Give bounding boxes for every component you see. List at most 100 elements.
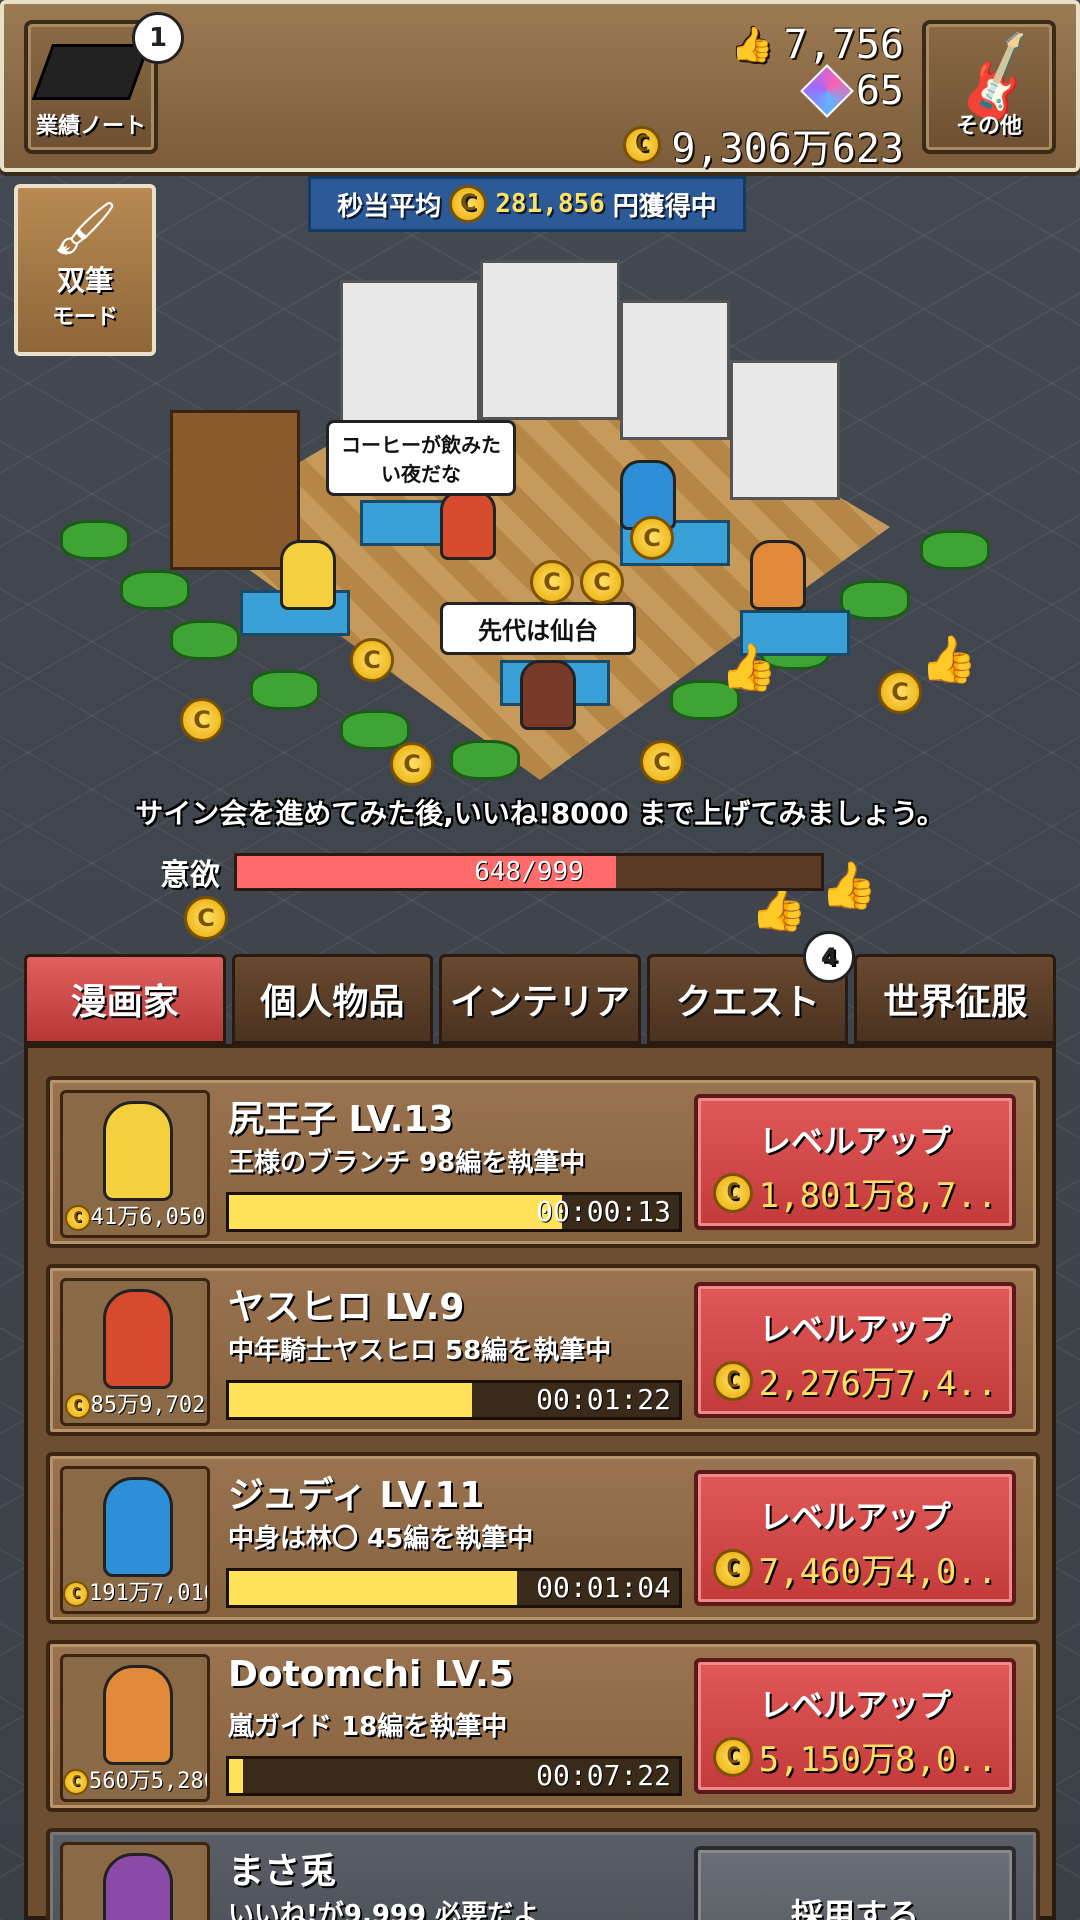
bush xyxy=(340,710,410,750)
tab-world-conquest[interactable]: 世界征服 xyxy=(854,954,1056,1044)
level-up-button[interactable]: レベルアップ C 1,801万8,7.. xyxy=(694,1094,1016,1230)
coin-icon: C xyxy=(64,1393,91,1419)
motivation-meter: 意欲 648/999 xyxy=(160,850,824,894)
level-up-button[interactable]: レベルアップ C 5,150万8,0.. xyxy=(694,1658,1016,1794)
character-portrait[interactable] xyxy=(60,1842,210,1920)
coin-icon[interactable]: C xyxy=(630,516,674,560)
coin-icon: C xyxy=(64,1205,91,1231)
level-up-button[interactable]: レベルアップ C 7,460万4,0.. xyxy=(694,1470,1016,1606)
tab-label: 漫画家 xyxy=(70,982,179,1023)
list-item: まさ兎 いいね!が9,999 必要だよ 採用する xyxy=(46,1828,1040,1920)
salary-cost-value: 85万9,702 xyxy=(90,1393,206,1418)
salary-cost-value: 191万7,010 xyxy=(89,1581,210,1606)
bush xyxy=(120,570,190,610)
current-work: 中身は林〇 45編を執筆中 xyxy=(228,1524,534,1554)
level-up-label: レベルアップ xyxy=(758,1498,951,1536)
level-up-label: レベルアップ xyxy=(758,1686,951,1724)
bush xyxy=(450,740,520,780)
coins-counter: C 9,306万623 xyxy=(623,116,904,174)
bush xyxy=(920,530,990,570)
quest-hint: サイン会を進めてみた後,いいね!8000 まで上げてみましょう。 xyxy=(135,797,945,830)
coin-icon[interactable]: C xyxy=(184,896,228,940)
bush xyxy=(840,580,910,620)
list-item: C 191万7,010 ジュディ LV.11 中身は林〇 45編を執筆中 00:0… xyxy=(46,1452,1040,1624)
room-wall xyxy=(480,260,620,420)
coin-icon[interactable]: C xyxy=(390,742,434,786)
salary-cost: C 560万5,280 xyxy=(63,1763,207,1795)
thumbs-up-icon: 👍 xyxy=(731,25,774,65)
gems-value: 65 xyxy=(855,68,904,114)
dual-mode-line1: 双筆 xyxy=(56,264,113,297)
tab-personal-items[interactable]: 個人物品 xyxy=(231,954,434,1044)
character-name: まさ兎 xyxy=(228,1851,337,1892)
motivation-label: 意欲 xyxy=(160,858,220,893)
level-up-label: レベルアップ xyxy=(758,1122,951,1160)
motivation-value: 648/999 xyxy=(474,857,584,887)
salary-cost: C 85万9,702 xyxy=(63,1387,207,1419)
room-wall xyxy=(730,360,840,500)
current-work: 王様のブランチ 98編を執筆中 xyxy=(228,1148,586,1178)
hire-requirement: いいね!が9,999 必要だよ xyxy=(228,1900,540,1920)
coin-icon[interactable]: C xyxy=(640,740,684,784)
per-second-amount: 281,856 xyxy=(495,189,605,219)
coin-icon: C xyxy=(712,1172,753,1213)
bookshelf xyxy=(170,410,300,570)
thumbs-up-icon[interactable]: 👍 xyxy=(820,858,877,913)
tab-label: インテリア xyxy=(449,982,630,1023)
mangaka-character[interactable] xyxy=(520,660,576,730)
progress-fill xyxy=(229,1759,243,1793)
tab-quest[interactable]: クエスト 4 xyxy=(646,931,856,1044)
bush xyxy=(60,520,130,560)
mangaka-character[interactable] xyxy=(750,540,806,610)
coin-icon[interactable]: C xyxy=(350,638,394,682)
motivation-bar: 648/999 xyxy=(234,853,824,891)
mangaka-character[interactable] xyxy=(440,490,496,560)
thumbs-up-icon[interactable]: 👍 xyxy=(920,632,977,687)
character-portrait[interactable]: C 85万9,702 xyxy=(60,1278,210,1426)
dual-brush-mode-button[interactable]: 🖌 双筆 モード xyxy=(14,184,156,356)
character-portrait[interactable]: C 41万6,050 xyxy=(60,1090,210,1238)
coin-icon[interactable]: C xyxy=(580,560,624,604)
coin-icon[interactable]: C xyxy=(180,698,224,742)
avatar xyxy=(103,1289,173,1389)
level-up-price: C 5,150万8,0.. xyxy=(698,1732,1012,1781)
level-up-label: レベルアップ xyxy=(758,1310,951,1348)
tab-mangaka[interactable]: 漫画家 xyxy=(24,954,226,1044)
coins-value: 9,306万623 xyxy=(671,126,904,172)
gems-counter: 65 xyxy=(799,64,904,118)
character-portrait[interactable]: C 560万5,280 xyxy=(60,1654,210,1802)
avatar xyxy=(103,1853,173,1920)
mangaka-list[interactable]: C 41万6,050 尻王子 LV.13 王様のブランチ 98編を執筆中 00:0… xyxy=(24,1044,1056,1920)
achievement-note-button[interactable]: 業績ノート 1 xyxy=(24,12,184,154)
other-menu-button[interactable]: 🎸 その他 xyxy=(922,20,1056,154)
mangaka-character[interactable] xyxy=(280,540,336,610)
speech-bubble: 先代は仙台 xyxy=(440,602,636,655)
character-name: ジュディ LV.11 xyxy=(228,1475,485,1516)
coin-icon[interactable]: C xyxy=(878,670,922,714)
list-item: C 85万9,702 ヤスヒロ LV.9 中年騎士ヤスヒロ 58編を執筆中 00:… xyxy=(46,1264,1040,1436)
progress-fill xyxy=(229,1571,517,1605)
hire-button[interactable]: 採用する xyxy=(694,1846,1016,1920)
likes-value: 7,756 xyxy=(783,22,904,68)
character-portrait[interactable]: C 191万7,010 xyxy=(60,1466,210,1614)
current-work: 中年騎士ヤスヒロ 58編を執筆中 xyxy=(228,1336,612,1366)
thumbs-up-icon[interactable]: 👍 xyxy=(720,640,777,695)
per-second-prefix: 秒当平均 xyxy=(337,191,442,222)
coin-icon: C xyxy=(449,185,488,223)
coin-icon: C xyxy=(712,1736,753,1777)
coin-icon: C xyxy=(63,1581,89,1607)
price-value: 2,276万7,4.. xyxy=(758,1364,998,1404)
office-room[interactable]: コーヒーが飲みたい夜だな 先代は仙台 C C C C C C C C 👍 👍 xyxy=(60,260,1020,786)
tab-interior[interactable]: インテリア xyxy=(439,954,641,1044)
work-progress-bar: 00:01:22 xyxy=(226,1380,682,1420)
coin-icon: C xyxy=(712,1360,753,1401)
time-remaining: 00:00:13 xyxy=(536,1195,671,1228)
per-second-income: 秒当平均 C 281,856 円獲得中 xyxy=(308,176,746,232)
avatar xyxy=(103,1665,173,1765)
bush xyxy=(170,620,240,660)
room-wall xyxy=(620,300,730,440)
salary-cost: C 41万6,050 xyxy=(63,1199,207,1231)
coin-icon[interactable]: C xyxy=(530,560,574,604)
level-up-button[interactable]: レベルアップ C 2,276万7,4.. xyxy=(694,1282,1016,1418)
achievement-note-label: 業績ノート xyxy=(35,114,146,139)
